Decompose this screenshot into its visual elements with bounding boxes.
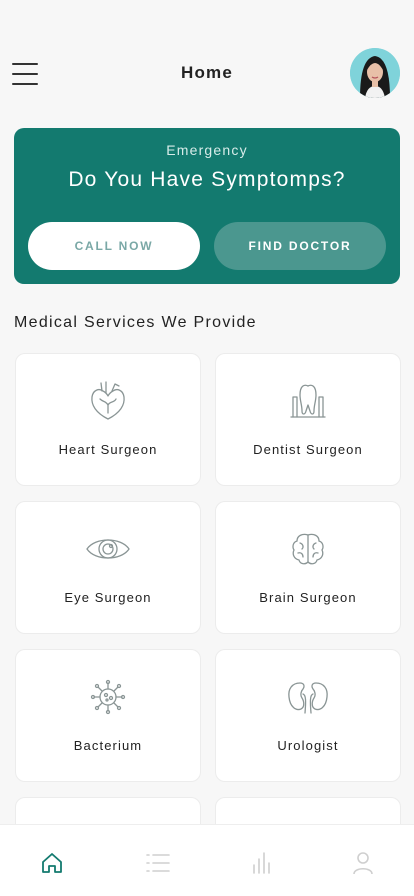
home-icon[interactable] xyxy=(38,849,66,877)
service-card-bacterium[interactable]: Bacterium xyxy=(15,649,201,782)
service-label: Eye Surgeon xyxy=(64,590,152,605)
service-label: Heart Surgeon xyxy=(58,442,158,457)
heart-icon xyxy=(16,378,200,424)
emergency-subtitle: Emergency xyxy=(166,142,248,158)
bottom-nav xyxy=(0,824,414,896)
service-label: Bacterium xyxy=(73,738,143,753)
profile-icon[interactable] xyxy=(349,849,377,877)
menu-line xyxy=(12,83,38,85)
service-card-dentist[interactable]: Dentist Surgeon xyxy=(215,353,401,486)
emergency-title: Do You Have Symptomps? xyxy=(68,168,346,191)
avatar-portrait xyxy=(350,48,400,98)
top-bar: Home xyxy=(0,44,414,104)
find-doctor-button[interactable]: FIND DOCTOR xyxy=(214,222,386,270)
service-card-urologist[interactable]: Urologist xyxy=(215,649,401,782)
kidney-icon xyxy=(216,674,400,720)
service-label: Brain Surgeon xyxy=(259,590,357,605)
brain-icon xyxy=(216,526,400,572)
eye-icon xyxy=(16,526,200,572)
emergency-card: Emergency Do You Have Symptomps? CALL NO… xyxy=(14,128,400,284)
service-label: Urologist xyxy=(277,738,339,753)
call-now-button[interactable]: CALL NOW xyxy=(28,222,200,270)
section-title: Medical Services We Provide xyxy=(14,314,257,331)
tooth-icon xyxy=(216,378,400,424)
service-card-eye[interactable]: Eye Surgeon xyxy=(15,501,201,634)
avatar[interactable] xyxy=(350,48,400,98)
bacterium-icon xyxy=(16,674,200,720)
service-card-brain[interactable]: Brain Surgeon xyxy=(215,501,401,634)
list-icon[interactable] xyxy=(144,849,172,877)
service-card-heart[interactable]: Heart Surgeon xyxy=(15,353,201,486)
service-label: Dentist Surgeon xyxy=(253,442,363,457)
chart-icon[interactable] xyxy=(248,849,276,877)
